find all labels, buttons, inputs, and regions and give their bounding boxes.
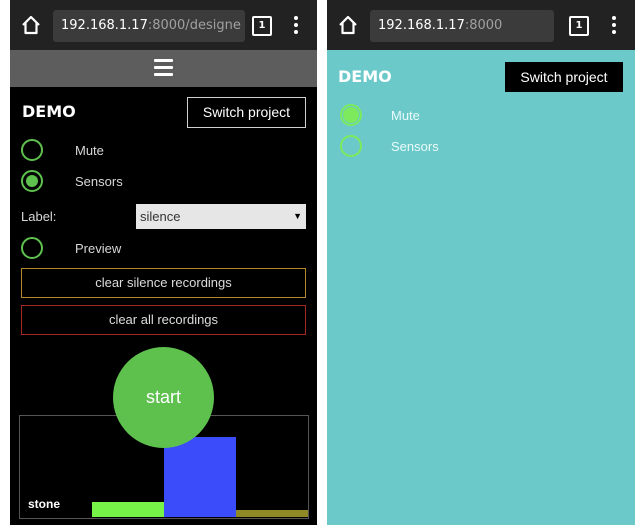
home-icon[interactable]	[337, 14, 359, 36]
url-host: 192.168.1.17	[378, 18, 465, 33]
bar-blue	[164, 437, 236, 517]
project-title: DEMO	[22, 102, 76, 121]
url-path: :8000	[464, 18, 503, 33]
tab-count-icon[interactable]: 1	[569, 16, 589, 36]
tab-count-icon[interactable]: 1	[252, 16, 272, 36]
dropdown-caret-icon: ▼	[293, 211, 302, 221]
preview-label: Preview	[75, 241, 122, 256]
sensors-label-right: Sensors	[391, 139, 439, 154]
sensors-radio[interactable]	[21, 170, 43, 192]
clear-silence-button[interactable]: clear silence recordings	[21, 268, 306, 298]
switch-project-button-right[interactable]: Switch project	[505, 62, 623, 92]
mute-radio-right[interactable]	[340, 104, 362, 126]
mute-radio[interactable]	[21, 139, 43, 161]
preview-radio[interactable]	[21, 237, 43, 259]
bar-olive	[236, 510, 308, 517]
browser-toolbar-right: 192.168.1.17:8000 1	[327, 0, 635, 50]
menu-kebab-icon[interactable]	[611, 14, 617, 36]
address-bar-right[interactable]: 192.168.1.17:8000	[370, 10, 554, 42]
phone-left: 192.168.1.17:8000/designe 1 DEMO Switch …	[10, 0, 317, 525]
sensors-label: Sensors	[75, 174, 123, 189]
url-path: :8000/designe	[147, 18, 241, 33]
sensors-radio-right[interactable]	[340, 135, 362, 157]
clear-all-button[interactable]: clear all recordings	[21, 305, 306, 335]
label-select-value: silence	[140, 209, 181, 224]
mute-label-right: Mute	[391, 108, 420, 123]
label-select[interactable]: silence ▼	[136, 204, 306, 229]
home-icon[interactable]	[20, 14, 42, 36]
switch-project-button[interactable]: Switch project	[187, 97, 306, 128]
bar-lime	[92, 502, 164, 517]
start-button[interactable]: start	[113, 347, 214, 448]
label-field-label: Label:	[21, 209, 57, 224]
url-host: 192.168.1.17	[61, 18, 148, 33]
mute-label: Mute	[75, 143, 104, 158]
project-title-right: DEMO	[338, 67, 392, 86]
app-menubar	[10, 50, 317, 87]
hamburger-menu-icon[interactable]	[154, 59, 173, 77]
menu-kebab-icon[interactable]	[293, 14, 299, 36]
address-bar[interactable]: 192.168.1.17:8000/designe	[53, 10, 245, 42]
phone-right: 192.168.1.17:8000 1 DEMO Switch project …	[327, 0, 635, 525]
browser-toolbar: 192.168.1.17:8000/designe 1	[10, 0, 317, 50]
canvas-class-label: stone	[28, 497, 61, 511]
